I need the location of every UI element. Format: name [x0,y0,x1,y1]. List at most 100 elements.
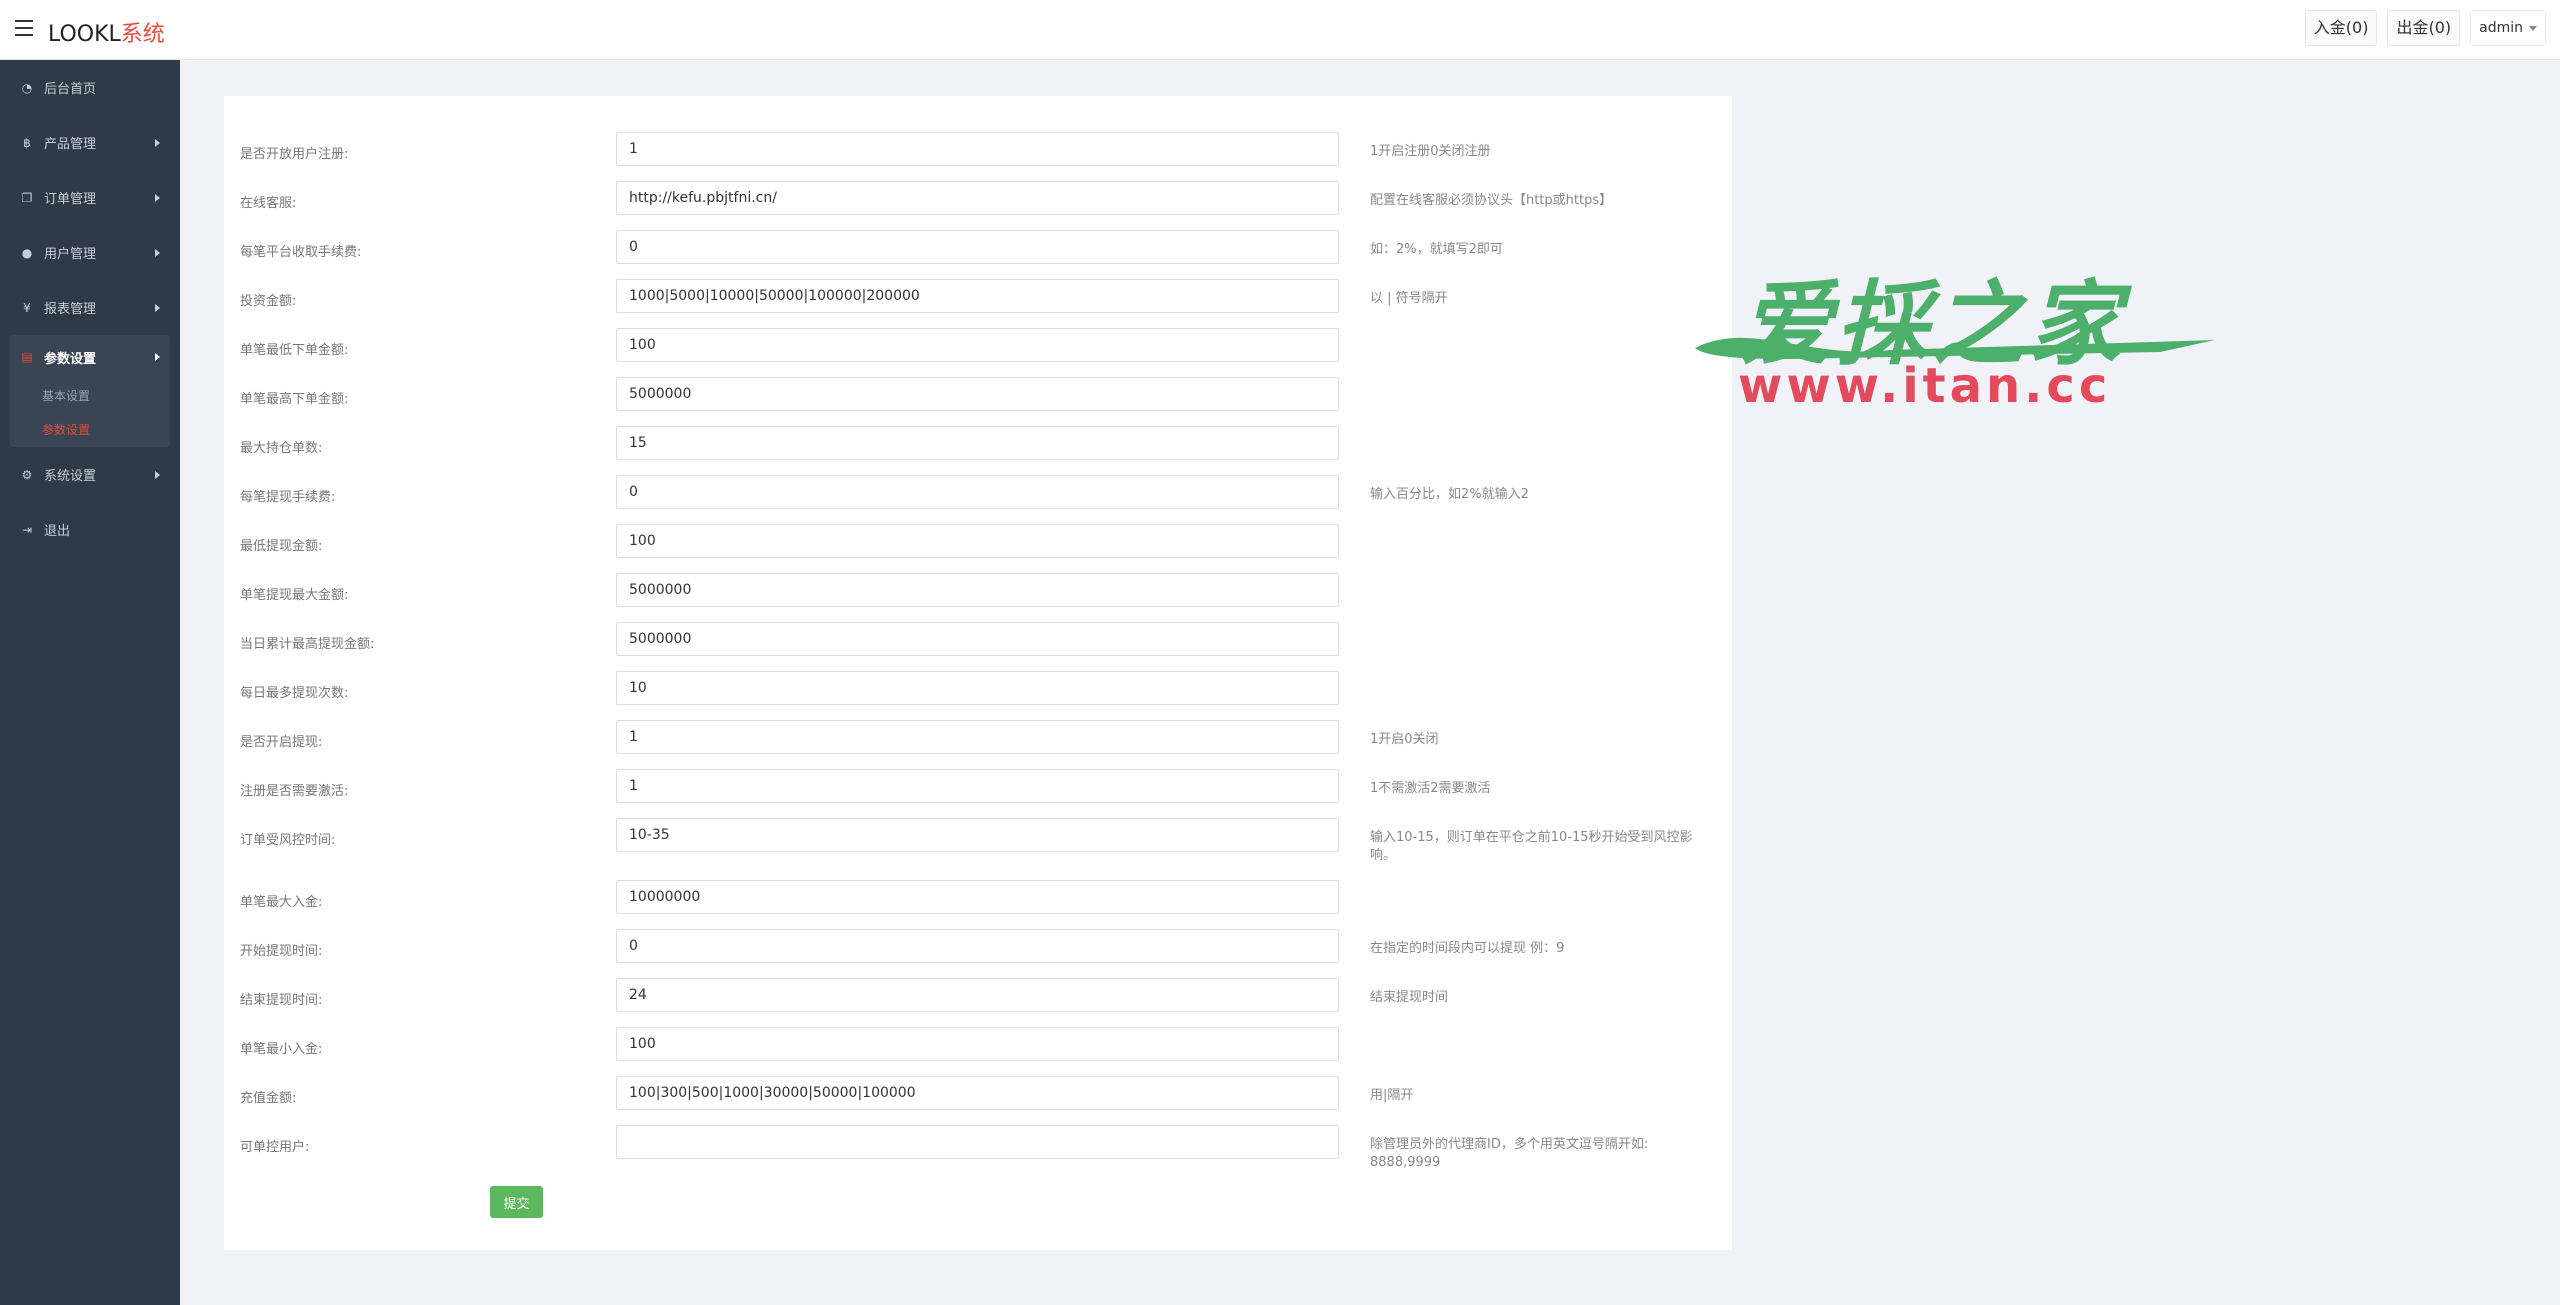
watermark-swoosh [1695,337,2215,359]
chevron-right-icon [155,304,160,312]
gears-icon: ⚙ [21,467,33,482]
form-input[interactable] [616,377,1339,411]
form-input[interactable] [616,573,1339,607]
watermark-url: www.itan.cc [1738,358,2112,414]
watermark-text: 爱採之家 [1740,271,2125,378]
user-menu[interactable]: admin [2470,10,2546,46]
withdraw-button[interactable]: 出金(0) [2387,10,2461,46]
chevron-right-icon [155,249,160,257]
form-input[interactable] [616,1027,1339,1061]
submit-button[interactable]: 提交 [490,1186,543,1218]
form-hint: 输入百分比，如2%就输入2 [1370,487,1529,502]
sidebar-item-3[interactable]: ● 用户管理 [0,225,180,280]
form-hint: 1开启0关闭 [1370,732,1439,747]
sidebar-item-4[interactable]: ¥ 报表管理 [0,280,180,335]
sidebar: ◔ 后台首页฿产品管理 ❐ 订单管理 ● 用户管理 ¥ 报表管理 ▤ 参数设置 基本设置 参数设置 … [0,60,180,1305]
form-label: 充值金额: [240,1091,297,1106]
form-label: 订单受风控时间: [240,833,336,848]
sidebar-item-2[interactable]: ❐ 订单管理 [0,170,180,225]
form-input[interactable] [616,132,1339,166]
chevron-right-icon [155,471,160,479]
sidebar-item-label: 参数设置 [44,351,97,367]
sidebar-item-5[interactable]: ▤ 参数设置 [10,335,170,379]
form-label: 是否开启提现: [240,735,323,750]
form-hint: 以 | 符号隔开 [1370,291,1448,306]
settings-form: 可单控用户: 除管理员外的代理商ID，多个用英文逗号隔开如: 8888,9999 充… [224,96,1732,1250]
sign-out-icon: ⇥ [21,522,33,537]
user-icon: ● [21,245,33,260]
sidebar-item-label: 用户管理 [44,247,97,262]
top-bar: LOOKL系统 入金(0) 出金(0) admin [0,0,2560,60]
form-input[interactable] [616,622,1339,656]
sidebar-item-1[interactable]: ฿ 产品管理 [0,115,180,170]
yen-icon: ¥ [23,300,31,315]
form-input[interactable] [616,1076,1339,1110]
chevron-right-icon [155,353,160,361]
chevron-down-icon [2529,25,2537,31]
form-input[interactable] [616,1125,1339,1159]
form-input[interactable] [616,181,1339,215]
form-input[interactable] [616,524,1339,558]
form-label: 当日累计最高提现金额: [240,637,375,652]
form-label: 单笔最低下单金额: [240,343,349,358]
sidebar-subitem-1[interactable]: 参数设置 [10,413,170,447]
form-input[interactable] [616,880,1339,914]
form-hint: 如：2%，就填写2即可 [1370,242,1503,257]
form-input[interactable] [616,978,1339,1012]
form-label: 每笔提现手续费: [240,490,336,505]
sidebar-item-label: 后台首页 [44,82,97,97]
form-label: 可单控用户: [240,1140,310,1155]
form-input[interactable] [616,426,1339,460]
form-hint: 结束提现时间 [1370,990,1449,1005]
form-label: 每日最多提现次数: [240,686,349,701]
top-actions: 入金(0) 出金(0) admin [2304,10,2546,46]
form-input[interactable] [616,279,1339,313]
form-input[interactable] [616,230,1339,264]
form-input[interactable] [616,671,1339,705]
form-input[interactable] [616,818,1339,852]
sidebar-item-label: 退出 [44,524,71,539]
form-input[interactable] [616,769,1339,803]
form-label: 注册是否需要激活: [240,784,349,799]
dashboard-icon: ◔ [21,80,33,95]
menu-toggle-icon[interactable] [15,20,33,36]
sidebar-subitem-0[interactable]: 基本设置 [10,379,170,413]
sidebar-item-label: 报表管理 [44,302,97,317]
sidebar-group-params: ▤ 参数设置 基本设置 参数设置 [10,335,170,447]
sidebar-item-label: 系统设置 [44,469,97,484]
watermark: 爱採之家 www.itan.cc [1680,250,2220,420]
sidebar-item-7[interactable]: ⇥ 退出 [0,502,180,557]
form-label: 单笔最小入金: [240,1042,323,1057]
form-hint: 输入10-15，则订单在平仓之前10-15秒开始受到风控影响。 [1370,830,1693,863]
form-label: 单笔最大入金: [240,895,323,910]
form-label: 在线客服: [240,196,297,211]
form-label: 最大持仓单数: [240,441,323,456]
form-input[interactable] [616,720,1339,754]
form-label: 单笔提现最大金额: [240,588,349,603]
form-label: 每笔平台收取手续费: [240,245,362,260]
form-hint: 用|隔开 [1370,1088,1414,1103]
form-input[interactable] [616,929,1339,963]
form-label: 开始提现时间: [240,944,323,959]
form-label: 投资金额: [240,294,297,309]
sidebar-item-label: 订单管理 [44,192,97,207]
brand-logo: LOOKL系统 [48,22,165,47]
form-input[interactable] [616,475,1339,509]
chevron-right-icon [155,139,160,147]
chevron-right-icon [155,194,160,202]
form-label: 单笔最高下单金额: [240,392,349,407]
form-hint: 1不需激活2需要激活 [1370,781,1491,796]
sidebar-item-0[interactable]: ◔ 后台首页 [0,60,180,115]
form-hint: 在指定的时间段内可以提现 例：9 [1370,941,1565,956]
sidebar-item-label: 产品管理 [44,137,97,152]
form-input[interactable] [616,328,1339,362]
sidebar-item-6[interactable]: ⚙ 系统设置 [0,447,180,502]
files-icon: ▤ [21,350,33,364]
copy-icon: ❐ [21,190,33,205]
form-label: 结束提现时间: [240,993,323,1008]
deposit-button[interactable]: 入金(0) [2304,10,2378,46]
form-hint: 除管理员外的代理商ID，多个用英文逗号隔开如: 8888,9999 [1370,1137,1649,1170]
form-label: 是否开放用户注册: [240,147,349,162]
form-hint: 配置在线客服必须协议头【http或https】 [1370,193,1613,208]
bitcoin-icon: ฿ [23,135,31,150]
